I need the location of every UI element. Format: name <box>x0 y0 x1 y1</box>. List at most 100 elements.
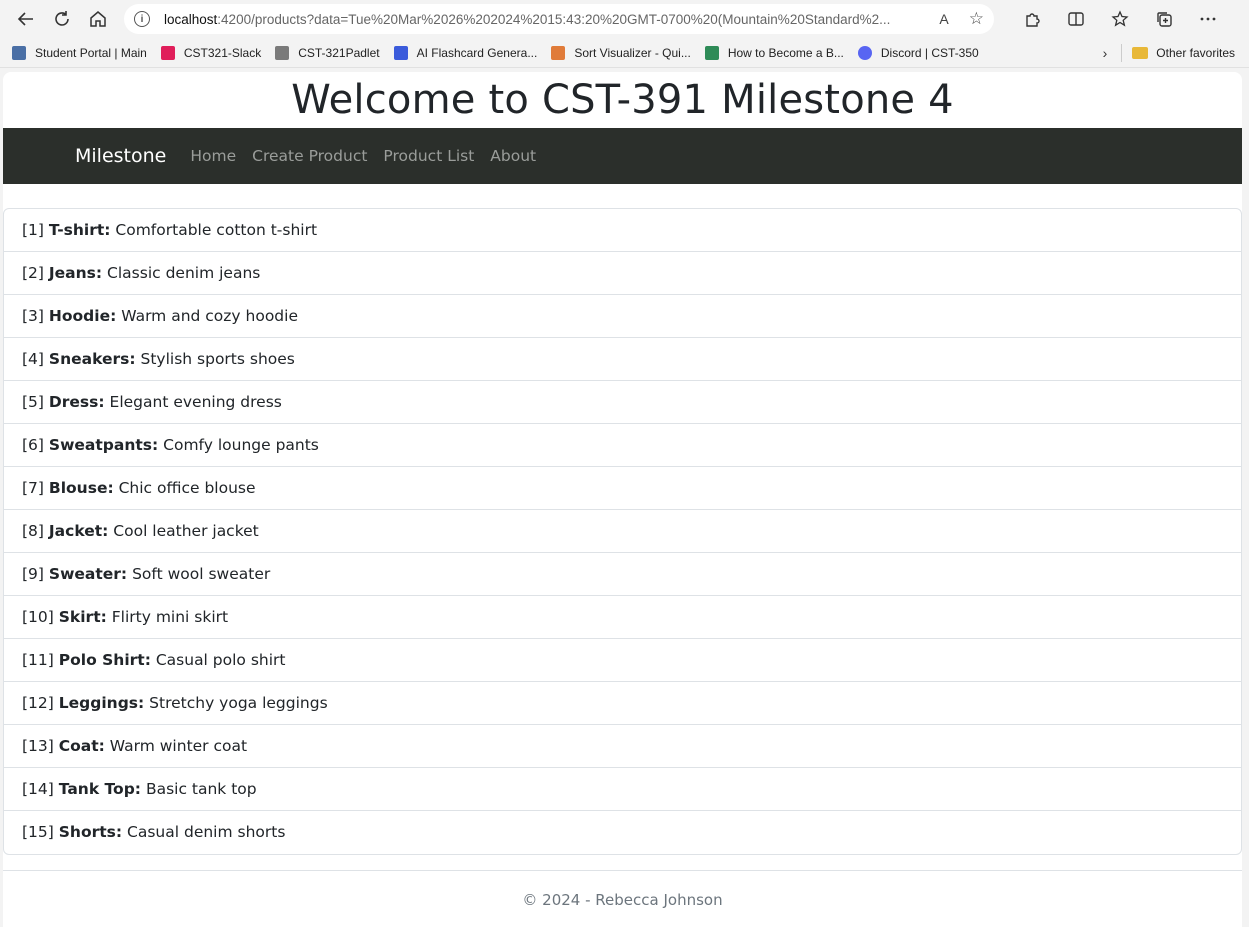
bookmark-item[interactable]: Discord | CST-350 <box>857 45 979 60</box>
product-name: Hoodie: <box>48 307 117 325</box>
product-description: Classic denim jeans <box>107 264 261 282</box>
browser-toolbar: i localhost:4200/products?data=Tue%20Mar… <box>0 0 1249 38</box>
bookmark-divider <box>1121 43 1123 62</box>
product-description: Warm and cozy hoodie <box>121 307 298 325</box>
product-description: Cool leather jacket <box>113 522 259 540</box>
list-item[interactable]: [2] Jeans: Classic denim jeans <box>4 252 1241 295</box>
list-item[interactable]: [14] Tank Top: Basic tank top <box>4 768 1241 811</box>
product-description: Chic office blouse <box>118 479 256 497</box>
bookmark-favicon-icon <box>12 45 26 60</box>
list-item[interactable]: [7] Blouse: Chic office blouse <box>4 467 1241 510</box>
bookmark-item[interactable]: CST321-Slack <box>160 45 261 60</box>
list-item[interactable]: [3] Hoodie: Warm and cozy hoodie <box>4 295 1241 338</box>
product-description: Comfy lounge pants <box>163 436 319 454</box>
read-aloud-icon[interactable]: A <box>939 11 948 27</box>
bookmark-item[interactable]: Student Portal | Main <box>12 45 147 60</box>
product-description: Casual denim shorts <box>127 823 286 841</box>
bookmark-label: How to Become a B... <box>727 45 844 60</box>
chevron-right-icon[interactable]: › <box>1103 45 1108 61</box>
split-screen-icon[interactable] <box>1054 4 1098 34</box>
product-description: Stretchy yoga leggings <box>149 694 328 712</box>
extensions-icon[interactable] <box>1010 4 1054 34</box>
product-description: Comfortable cotton t-shirt <box>115 221 318 239</box>
bookmark-label: CST-321Padlet <box>298 45 380 60</box>
product-description: Casual polo shirt <box>155 651 286 669</box>
product-id: [5] <box>22 393 44 411</box>
page-viewport: Welcome to CST-391 Milestone 4 Milestone… <box>3 72 1242 927</box>
product-description: Warm winter coat <box>109 737 248 755</box>
product-description: Elegant evening dress <box>109 393 282 411</box>
navbar: Milestone Home Create Product Product Li… <box>3 128 1242 184</box>
product-name: Blouse: <box>48 479 114 497</box>
product-name: Leggings: <box>58 694 145 712</box>
product-name: Tank Top: <box>58 780 141 798</box>
list-item[interactable]: [10] Skirt: Flirty mini skirt <box>4 596 1241 639</box>
product-name: Coat: <box>58 737 105 755</box>
favorites-icon[interactable] <box>1098 4 1142 34</box>
list-item[interactable]: [8] Jacket: Cool leather jacket <box>4 510 1241 553</box>
product-name: Sneakers: <box>48 350 136 368</box>
more-options-icon[interactable] <box>1186 4 1230 34</box>
bookmark-item[interactable]: Sort Visualizer - Qui... <box>551 45 691 60</box>
graduation-cap-icon <box>393 45 408 60</box>
address-bar[interactable]: i localhost:4200/products?data=Tue%20Mar… <box>124 4 994 34</box>
nav-link-create-product[interactable]: Create Product <box>252 147 367 165</box>
back-icon[interactable] <box>8 4 44 34</box>
bookmark-label: Sort Visualizer - Qui... <box>574 45 691 60</box>
home-icon[interactable] <box>80 4 116 34</box>
navbar-brand[interactable]: Milestone <box>75 145 166 167</box>
site-info-icon[interactable]: i <box>134 11 150 27</box>
product-id: [1] <box>22 221 44 239</box>
product-id: [8] <box>22 522 44 540</box>
other-favorites[interactable]: Other favorites <box>1132 46 1235 60</box>
url-host: localhost <box>164 11 218 27</box>
product-id: [4] <box>22 350 44 368</box>
bookmark-item[interactable]: CST-321Padlet <box>275 45 380 60</box>
collections-icon[interactable] <box>1142 4 1186 34</box>
favorite-star-icon[interactable]: ☆ <box>969 9 984 29</box>
url-text[interactable]: localhost:4200/products?data=Tue%20Mar%2… <box>164 12 929 27</box>
bookmark-item[interactable]: How to Become a B... <box>704 45 844 60</box>
list-item[interactable]: [5] Dress: Elegant evening dress <box>4 381 1241 424</box>
refresh-icon[interactable] <box>44 4 80 34</box>
product-description: Soft wool sweater <box>132 565 271 583</box>
product-description: Stylish sports shoes <box>140 350 295 368</box>
slack-icon <box>160 45 175 60</box>
folder-icon <box>1132 46 1149 59</box>
product-description: Flirty mini skirt <box>111 608 229 626</box>
list-item[interactable]: [1] T-shirt: Comfortable cotton t-shirt <box>4 209 1241 252</box>
list-item[interactable]: [6] Sweatpants: Comfy lounge pants <box>4 424 1241 467</box>
list-item[interactable]: [13] Coat: Warm winter coat <box>4 725 1241 768</box>
product-id: [12] <box>22 694 54 712</box>
product-id: [15] <box>22 823 54 841</box>
product-name: T-shirt: <box>48 221 111 239</box>
link-icon <box>704 45 719 60</box>
bookmark-item[interactable]: AI Flashcard Genera... <box>393 45 537 60</box>
url-path: :4200/products?data=Tue%20Mar%2026%20202… <box>217 11 891 27</box>
product-name: Sweatpants: <box>48 436 159 454</box>
product-id: [6] <box>22 436 44 454</box>
product-name: Shorts: <box>58 823 123 841</box>
bookmarks-bar: Student Portal | Main CST321-Slack CST-3… <box>0 38 1249 68</box>
product-id: [2] <box>22 264 44 282</box>
nav-link-about[interactable]: About <box>490 147 536 165</box>
nav-link-home[interactable]: Home <box>190 147 236 165</box>
bookmark-label: Discord | CST-350 <box>880 45 979 60</box>
product-list: [1] T-shirt: Comfortable cotton t-shirt[… <box>3 208 1242 855</box>
list-item[interactable]: [11] Polo Shirt: Casual polo shirt <box>4 639 1241 682</box>
padlet-icon <box>275 45 290 60</box>
nav-link-product-list[interactable]: Product List <box>383 147 474 165</box>
product-id: [11] <box>22 651 54 669</box>
product-id: [14] <box>22 780 54 798</box>
footer: © 2024 - Rebecca Johnson <box>3 870 1242 909</box>
product-description: Basic tank top <box>145 780 257 798</box>
list-item[interactable]: [12] Leggings: Stretchy yoga leggings <box>4 682 1241 725</box>
product-id: [10] <box>22 608 54 626</box>
list-item[interactable]: [9] Sweater: Soft wool sweater <box>4 553 1241 596</box>
bar-chart-icon <box>551 45 566 60</box>
list-item[interactable]: [15] Shorts: Casual denim shorts <box>4 811 1241 854</box>
product-name: Polo Shirt: <box>58 651 151 669</box>
list-item[interactable]: [4] Sneakers: Stylish sports shoes <box>4 338 1241 381</box>
product-id: [9] <box>22 565 44 583</box>
product-name: Jacket: <box>48 522 109 540</box>
